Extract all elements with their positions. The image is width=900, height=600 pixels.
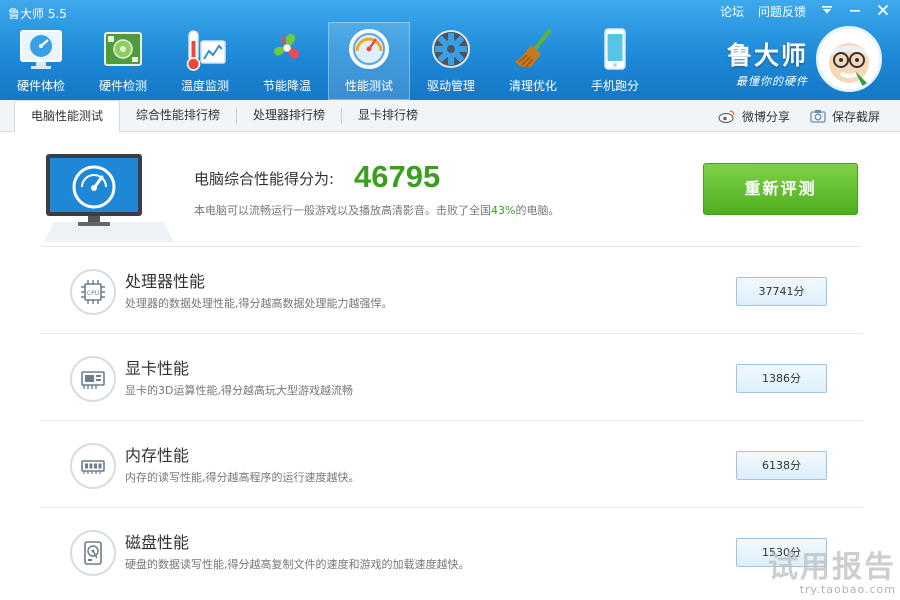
close-icon[interactable] [876, 4, 890, 20]
monitor-speedometer-icon [44, 154, 174, 242]
nav-item-performance-test[interactable]: 性能测试 [328, 22, 410, 100]
row-description: 处理器的数据处理性能,得分越高数据处理能力越强悍。 [125, 297, 393, 310]
nav-item-cleanup[interactable]: 清理优化 [492, 22, 574, 100]
top-links: 论坛 问题反馈 [720, 3, 890, 20]
nav-item-label: 温度监测 [180, 79, 229, 93]
row-title: 显卡性能 [125, 359, 190, 378]
tab-cpu-ranking[interactable]: 处理器排行榜 [237, 100, 341, 132]
cpu-score-button[interactable]: 37741分 [736, 277, 827, 306]
hardware-board-icon [104, 32, 142, 66]
summary-desc-text: 本电脑可以流畅运行一般游戏以及播放高清影音。击败了全国 [194, 204, 491, 217]
row-title: 磁盘性能 [125, 533, 190, 552]
row-description: 内存的读写性能,得分越高程序的运行速度越快。 [125, 471, 360, 484]
main-nav: 硬件体检 硬件检测 温度监测 节能降温 性能测试 驱动管理 清理优化 手机跑分 [0, 22, 656, 100]
retest-button[interactable]: 重新评测 [703, 163, 858, 215]
nav-item-driver[interactable]: 驱动管理 [410, 22, 492, 100]
row-title: 内存性能 [125, 446, 190, 465]
memory-score-button[interactable]: 6138分 [736, 451, 827, 480]
mascot-avatar[interactable] [816, 26, 882, 92]
minimize-icon[interactable] [848, 4, 862, 19]
camera-icon [810, 110, 826, 123]
row-memory-performance: 内存性能 内存的读写性能,得分越高程序的运行速度越快。 6138分 [40, 421, 862, 507]
memory-icon [70, 443, 116, 489]
feedback-link[interactable]: 问题反馈 [758, 3, 806, 20]
gpu-score-button[interactable]: 1386分 [736, 364, 827, 393]
summary-description: 本电脑可以流畅运行一般游戏以及播放高清影音。击败了全国43%的电脑。 [194, 202, 559, 218]
weibo-share-label: 微博分享 [741, 109, 790, 124]
phone-icon [604, 28, 626, 70]
nav-item-energy-saving[interactable]: 节能降温 [246, 22, 328, 100]
app-title: 鲁大师 5.5 [8, 7, 67, 21]
mascot-face-icon [829, 43, 871, 87]
cpu-icon: CPU [70, 269, 116, 315]
tab-pc-performance[interactable]: 电脑性能测试 [14, 100, 121, 133]
header-bar: 鲁大师 5.5 论坛 问题反馈 硬件体检 硬件检测 温度监测 节能降温 性能测试… [0, 0, 900, 100]
total-score: 46795 [354, 159, 441, 194]
beat-percentage: 43% [491, 204, 516, 217]
summary-title: 电脑综合性能得分为: [194, 170, 335, 188]
watermark-text: 试用报告 [768, 550, 896, 585]
row-description: 硬盘的数据读写性能,得分越高复制文件的速度和游戏的加载速度越快。 [125, 558, 470, 571]
row-disk-performance: 磁盘性能 硬盘的数据读写性能,得分越高复制文件的速度和游戏的加载速度越快。 15… [40, 508, 862, 594]
nav-item-label: 节能降温 [262, 79, 311, 93]
nav-item-label: 驱动管理 [426, 79, 475, 93]
forum-link[interactable]: 论坛 [720, 3, 744, 20]
summary-desc-suffix: 的电脑。 [515, 204, 560, 217]
nav-item-temperature[interactable]: 温度监测 [164, 22, 246, 100]
nav-item-phone-benchmark[interactable]: 手机跑分 [574, 22, 656, 100]
thermometer-icon [186, 30, 226, 71]
gear-icon [432, 30, 470, 68]
nav-item-label: 硬件体检 [16, 79, 65, 93]
tab-overall-ranking[interactable]: 综合性能排行榜 [120, 100, 236, 132]
brand-slogan: 最懂你的硬件 [736, 75, 808, 88]
weibo-share-button[interactable]: 微博分享 [718, 108, 790, 125]
nav-item-label: 性能测试 [344, 79, 393, 93]
speedometer-icon [349, 29, 389, 69]
nav-item-label: 手机跑分 [590, 79, 639, 93]
hard-disk-icon [70, 530, 116, 576]
nav-item-label: 清理优化 [508, 79, 557, 93]
brand-name: 鲁大师 [726, 41, 808, 70]
row-cpu-performance: CPU 处理器性能 处理器的数据处理性能,得分越高数据处理能力越强悍。 3774… [40, 247, 862, 333]
row-title: 处理器性能 [125, 272, 206, 291]
save-screenshot-label: 保存截屏 [831, 109, 880, 124]
tab-bar: 电脑性能测试 综合性能排行榜 处理器排行榜 显卡排行榜 微博分享 保存截屏 [0, 100, 900, 133]
weibo-icon [718, 110, 735, 123]
svg-text:CPU: CPU [87, 290, 99, 297]
broom-icon [515, 29, 551, 68]
fan-icon [274, 33, 300, 59]
menu-dropdown-icon[interactable] [820, 4, 834, 19]
nav-item-hardware-detect[interactable]: 硬件检测 [82, 22, 164, 100]
watermark: 试用报告 try.taobao.com [768, 550, 896, 597]
brand: 鲁大师 最懂你的硬件 [727, 36, 808, 89]
graphics-card-icon [70, 356, 116, 402]
row-gpu-performance: 显卡性能 显卡的3D运算性能,得分越高玩大型游戏越流畅 1386分 [40, 334, 862, 420]
row-description: 显卡的3D运算性能,得分越高玩大型游戏越流畅 [125, 384, 353, 397]
health-check-icon [20, 30, 62, 69]
nav-item-label: 硬件检测 [98, 79, 147, 93]
tab-gpu-ranking[interactable]: 显卡排行榜 [342, 100, 434, 132]
nav-item-health-check[interactable]: 硬件体检 [0, 22, 82, 100]
save-screenshot-button[interactable]: 保存截屏 [810, 108, 880, 125]
